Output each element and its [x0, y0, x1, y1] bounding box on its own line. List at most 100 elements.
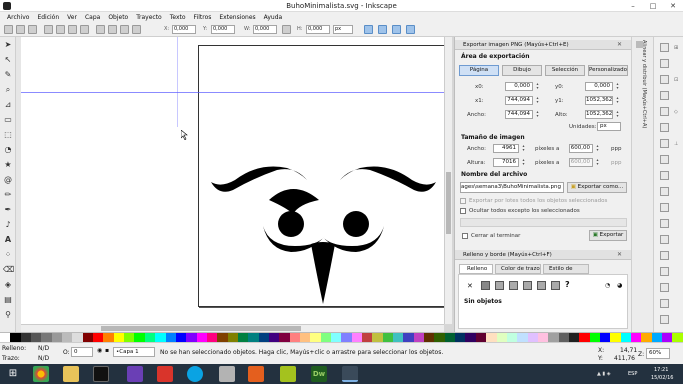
- new-doc-icon[interactable]: [660, 43, 669, 52]
- palette-swatch[interactable]: [124, 333, 135, 342]
- palette-swatch[interactable]: [641, 333, 652, 342]
- width-input[interactable]: 0,000: [253, 25, 277, 34]
- palette-swatch[interactable]: [599, 333, 611, 342]
- scale-corners-icon[interactable]: [378, 25, 387, 34]
- chrome-icon[interactable]: [33, 366, 49, 382]
- duplicate-icon[interactable]: [660, 267, 669, 276]
- box3d-tool-icon[interactable]: ⬚: [3, 130, 13, 140]
- raise-icon[interactable]: [120, 25, 129, 34]
- palette-swatch[interactable]: [299, 333, 311, 342]
- menu-ayuda[interactable]: Ayuda: [260, 12, 287, 23]
- export-panel-title[interactable]: Exportar imagen PNG (Mayús+Ctrl+E) ✕: [455, 40, 632, 50]
- measure-tool-icon[interactable]: ⊿: [3, 100, 13, 110]
- palette-swatch[interactable]: [662, 333, 673, 342]
- palette-swatch[interactable]: [620, 333, 631, 342]
- palette-swatch[interactable]: [331, 333, 342, 342]
- x0-input[interactable]: 0,000: [505, 82, 533, 91]
- palette-swatch[interactable]: [93, 333, 104, 342]
- palette-swatch[interactable]: [268, 333, 280, 342]
- palette-swatch[interactable]: [51, 333, 63, 342]
- pattern-icon[interactable]: [537, 281, 546, 290]
- x0-spinner[interactable]: ▴ ▾: [535, 82, 540, 91]
- close-when-done-checkbox[interactable]: [462, 233, 468, 239]
- eraser-tool-icon[interactable]: ⌫: [3, 265, 14, 275]
- dreamweaver-icon[interactable]: Dw: [311, 366, 327, 382]
- palette-swatch[interactable]: [186, 333, 197, 342]
- menu-trayecto[interactable]: Trayecto: [132, 12, 166, 23]
- palette-swatch[interactable]: [537, 333, 549, 342]
- unset-icon[interactable]: ?: [565, 280, 570, 289]
- palette-swatch[interactable]: [10, 333, 21, 342]
- bucket-tool-icon[interactable]: ◈: [3, 280, 13, 290]
- palette-swatch[interactable]: [217, 333, 228, 342]
- menu-extensiones[interactable]: Extensiones: [215, 12, 259, 23]
- palette-swatch[interactable]: [196, 333, 207, 342]
- fill-rule-nonzero-icon[interactable]: ◕: [617, 282, 622, 289]
- menu-texto[interactable]: Texto: [166, 12, 190, 23]
- y1-spinner[interactable]: ▴ ▾: [615, 96, 620, 105]
- palette-swatch[interactable]: [568, 333, 580, 342]
- vertical-scrollbar[interactable]: [444, 37, 452, 324]
- save-icon[interactable]: [660, 75, 669, 84]
- palette-swatch[interactable]: [527, 333, 538, 342]
- dropper-tool-icon[interactable]: ⚲: [3, 310, 13, 320]
- area-height-input[interactable]: 1052,362: [585, 110, 613, 119]
- palette-swatch[interactable]: [548, 333, 559, 342]
- redo-icon[interactable]: [660, 155, 669, 164]
- palette-swatch[interactable]: [403, 333, 414, 342]
- palette-swatch[interactable]: [579, 333, 590, 342]
- tab-stroke-paint[interactable]: Color de trazo: [495, 264, 541, 274]
- export-button[interactable]: ▣ Exportar: [589, 230, 627, 241]
- palette-swatch[interactable]: [496, 333, 507, 342]
- select-all-layers-icon[interactable]: [16, 25, 25, 34]
- palette-swatch[interactable]: [279, 333, 290, 342]
- zoom-page-icon[interactable]: [660, 251, 669, 260]
- y0-spinner[interactable]: ▴ ▾: [615, 82, 620, 91]
- units-select[interactable]: px: [597, 122, 621, 131]
- palette-swatch[interactable]: [610, 333, 621, 342]
- print-icon[interactable]: [660, 91, 669, 100]
- owl-drawing[interactable]: [199, 46, 448, 308]
- drawing-canvas[interactable]: [21, 37, 447, 324]
- palette-swatch[interactable]: [165, 333, 176, 342]
- snap-icon[interactable]: ⊞: [674, 45, 679, 51]
- group-icon[interactable]: [660, 299, 669, 308]
- batch-checkbox[interactable]: [460, 198, 466, 204]
- scale-stroke-icon[interactable]: [364, 25, 373, 34]
- move-gradients-icon[interactable]: [392, 25, 401, 34]
- layer-select[interactable]: •Capa 1: [113, 347, 155, 357]
- language-indicator[interactable]: ESP: [628, 371, 637, 377]
- lock-icon[interactable]: [282, 25, 291, 34]
- selector-tool-icon[interactable]: ➤: [3, 40, 13, 50]
- height-input[interactable]: 0,000: [306, 25, 330, 34]
- palette-swatch[interactable]: [351, 333, 363, 342]
- fill-panel-title[interactable]: Relleno y borde (Mayús+Ctrl+F) ✕: [455, 250, 632, 260]
- palette-swatch[interactable]: [72, 333, 83, 342]
- cut-icon[interactable]: [660, 187, 669, 196]
- file-explorer-icon[interactable]: [63, 366, 79, 382]
- y0-input[interactable]: 0,000: [585, 82, 613, 91]
- zoom-input[interactable]: 60%: [646, 348, 670, 359]
- ellipse-tool-icon[interactable]: ◔: [3, 145, 13, 155]
- area-selection-button[interactable]: Selección: [545, 65, 585, 76]
- palette-swatch[interactable]: [113, 333, 125, 342]
- linear-gradient-icon[interactable]: [495, 281, 504, 290]
- ungroup-icon[interactable]: [660, 315, 669, 324]
- maximize-button[interactable]: □: [643, 0, 663, 12]
- palette-swatch[interactable]: [672, 333, 683, 342]
- zoom-selection-icon[interactable]: [660, 219, 669, 228]
- snap-bbox-icon[interactable]: ⊡: [674, 77, 679, 83]
- lower-icon[interactable]: [108, 25, 117, 34]
- menu-ver[interactable]: Ver: [63, 12, 81, 23]
- eye-icon[interactable]: ◉: [97, 347, 105, 357]
- app-red-icon[interactable]: [157, 366, 173, 382]
- menu-filtros[interactable]: Filtros: [190, 12, 216, 23]
- minimize-button[interactable]: –: [623, 0, 643, 12]
- palette-swatch[interactable]: [630, 333, 642, 342]
- area-width-spinner[interactable]: ▴ ▾: [535, 110, 540, 119]
- clock-time[interactable]: 17:21: [654, 367, 668, 373]
- copy-icon[interactable]: [660, 171, 669, 180]
- clone-icon[interactable]: [660, 283, 669, 292]
- palette-swatch[interactable]: [103, 333, 114, 342]
- palette-swatch[interactable]: [444, 333, 456, 342]
